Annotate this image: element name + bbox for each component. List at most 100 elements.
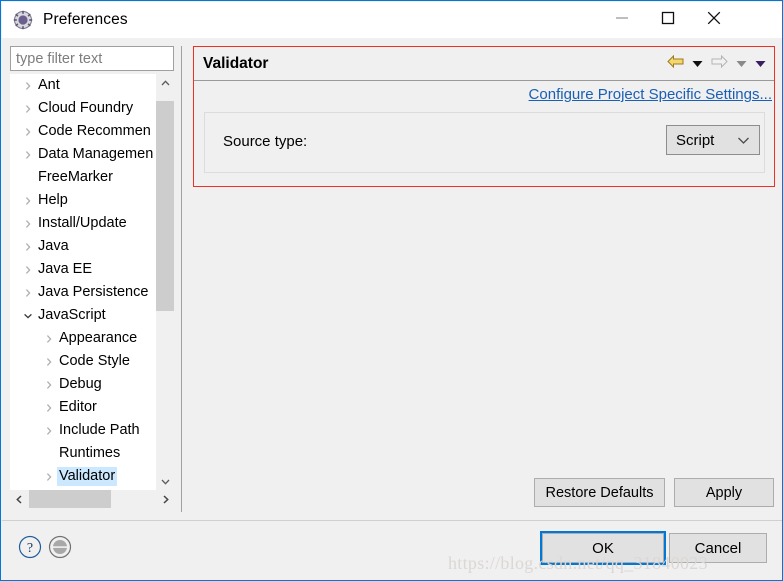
source-type-group: Source type: Script — [204, 112, 765, 173]
tree-item-label: Runtimes — [59, 445, 121, 461]
tree-item-label: Validator — [57, 467, 118, 486]
chevron-right-icon[interactable] — [41, 396, 57, 419]
tree-item-java-ee[interactable]: Java EE — [10, 258, 160, 281]
chevron-right-icon[interactable] — [20, 143, 36, 166]
tree-item-label: Code Style — [59, 353, 130, 369]
chevron-right-icon[interactable] — [41, 350, 57, 373]
tree-item-label: Include Path — [59, 422, 140, 438]
help-button[interactable]: ? — [18, 535, 42, 559]
tree-item-label: Java Persistence — [38, 284, 149, 300]
tree-twisty-empty — [20, 166, 36, 189]
tree-item-label: Code Recommen — [38, 123, 151, 139]
source-type-dropdown[interactable]: Script — [666, 125, 760, 155]
chevron-right-icon[interactable] — [20, 74, 36, 97]
chevron-down-icon — [736, 55, 747, 73]
tree-item-label: Debug — [59, 376, 102, 392]
view-menu-dropdown[interactable] — [751, 51, 770, 77]
close-button[interactable] — [691, 2, 737, 38]
tree-item-runtimes[interactable]: Runtimes — [10, 442, 160, 465]
chevron-down-icon — [755, 55, 766, 73]
preference-page: Validator Configure Project Specific Set… — [193, 46, 775, 512]
tree-item-include-path[interactable]: Include Path — [10, 419, 160, 442]
title-bar: Preferences — [2, 2, 782, 38]
tree-item-label: Editor — [59, 399, 97, 415]
tree-item-label: Help — [38, 192, 68, 208]
chevron-right-icon[interactable] — [41, 327, 57, 350]
tree-item-javascript[interactable]: JavaScript — [10, 304, 160, 327]
page-navigation-toolbar — [663, 47, 770, 80]
tree-item-debug[interactable]: Debug — [10, 373, 160, 396]
maximize-icon — [661, 11, 675, 30]
close-icon — [706, 10, 722, 31]
preferences-tree[interactable]: Ant Cloud Foundry Code Recommen Data Manage… — [10, 74, 174, 490]
tree-item-label: Appearance — [59, 330, 138, 346]
tree-item-label: JavaScript — [38, 307, 106, 323]
forward-history-dropdown[interactable] — [732, 51, 751, 77]
forward-button[interactable] — [707, 51, 732, 77]
tree-item-label: Data Managemen — [38, 146, 154, 162]
chevron-right-icon[interactable] — [41, 419, 57, 442]
chevron-down-icon[interactable] — [20, 304, 36, 327]
shell-circle-icon — [48, 535, 72, 563]
chevron-right-icon[interactable] — [20, 120, 36, 143]
chevron-right-icon[interactable] — [20, 258, 36, 281]
chevron-down-icon — [737, 126, 750, 154]
tree-twisty-empty — [41, 442, 57, 465]
chevron-down-icon — [692, 55, 703, 73]
chevron-right-icon[interactable] — [41, 465, 57, 488]
restore-defaults-button[interactable]: Restore Defaults — [534, 478, 665, 507]
tree-horizontal-scrollbar[interactable] — [10, 490, 174, 508]
minimize-icon — [615, 11, 629, 30]
gear-icon — [13, 10, 33, 30]
configure-link-row: Configure Project Specific Settings... — [194, 82, 774, 111]
preferences-dialog: Preferences type filter text Ant Cloud F… — [0, 0, 783, 581]
tree-scrollbar-thumb[interactable] — [156, 101, 174, 311]
pane-divider — [181, 46, 182, 512]
tree-item-label: Ant — [38, 77, 60, 93]
configure-project-specific-settings-link[interactable]: Configure Project Specific Settings... — [529, 86, 772, 103]
scroll-up-icon[interactable] — [156, 74, 174, 92]
back-history-dropdown[interactable] — [688, 51, 707, 77]
footer-separator — [2, 520, 782, 521]
tree-hscrollbar-thumb[interactable] — [29, 490, 111, 508]
tree-item-java-persistence[interactable]: Java Persistence — [10, 281, 160, 304]
chevron-right-icon[interactable] — [20, 189, 36, 212]
scroll-down-icon[interactable] — [156, 472, 174, 490]
source-type-label: Source type: — [223, 133, 308, 150]
chevron-right-icon[interactable] — [20, 235, 36, 258]
tree-item-data-managemen[interactable]: Data Managemen — [10, 143, 160, 166]
chevron-right-icon[interactable] — [41, 373, 57, 396]
tree-vertical-scrollbar[interactable] — [156, 74, 174, 490]
tree-item-help[interactable]: Help — [10, 189, 160, 212]
tree-item-java[interactable]: Java — [10, 235, 160, 258]
chevron-right-icon[interactable] — [20, 212, 36, 235]
tree-item-code-recommen[interactable]: Code Recommen — [10, 120, 160, 143]
back-button[interactable] — [663, 51, 688, 77]
tree-item-label: Install/Update — [38, 215, 127, 231]
question-mark-icon: ? — [18, 535, 42, 563]
tree-item-freemarker[interactable]: FreeMarker — [10, 166, 160, 189]
tree-item-ant[interactable]: Ant — [10, 74, 160, 97]
tree-item-label: Java EE — [38, 261, 92, 277]
apply-button[interactable]: Apply — [674, 478, 774, 507]
tree-item-editor[interactable]: Editor — [10, 396, 160, 419]
search-input[interactable] — [10, 46, 174, 71]
tree-item-label: Java — [38, 238, 69, 254]
tree-item-install-update[interactable]: Install/Update — [10, 212, 160, 235]
scroll-right-icon[interactable] — [156, 490, 174, 508]
tree-item-label: FreeMarker — [38, 169, 113, 185]
tree-item-cloud-foundry[interactable]: Cloud Foundry — [10, 97, 160, 120]
chevron-right-icon[interactable] — [20, 281, 36, 304]
back-arrow-icon — [667, 54, 684, 74]
minimize-button[interactable] — [599, 2, 645, 38]
tree-item-validator[interactable]: Validator — [10, 465, 160, 488]
tree-item-appearance[interactable]: Appearance — [10, 327, 160, 350]
window-title: Preferences — [43, 11, 128, 28]
scroll-left-icon[interactable] — [10, 490, 28, 508]
watermark-text: https://blog.csdn.net/qq_31840023 — [448, 553, 708, 573]
chevron-right-icon[interactable] — [20, 97, 36, 120]
maximize-button[interactable] — [645, 2, 691, 38]
tree-item-code-style[interactable]: Code Style — [10, 350, 160, 373]
shell-button[interactable] — [48, 535, 72, 559]
page-header: Validator — [194, 47, 774, 81]
